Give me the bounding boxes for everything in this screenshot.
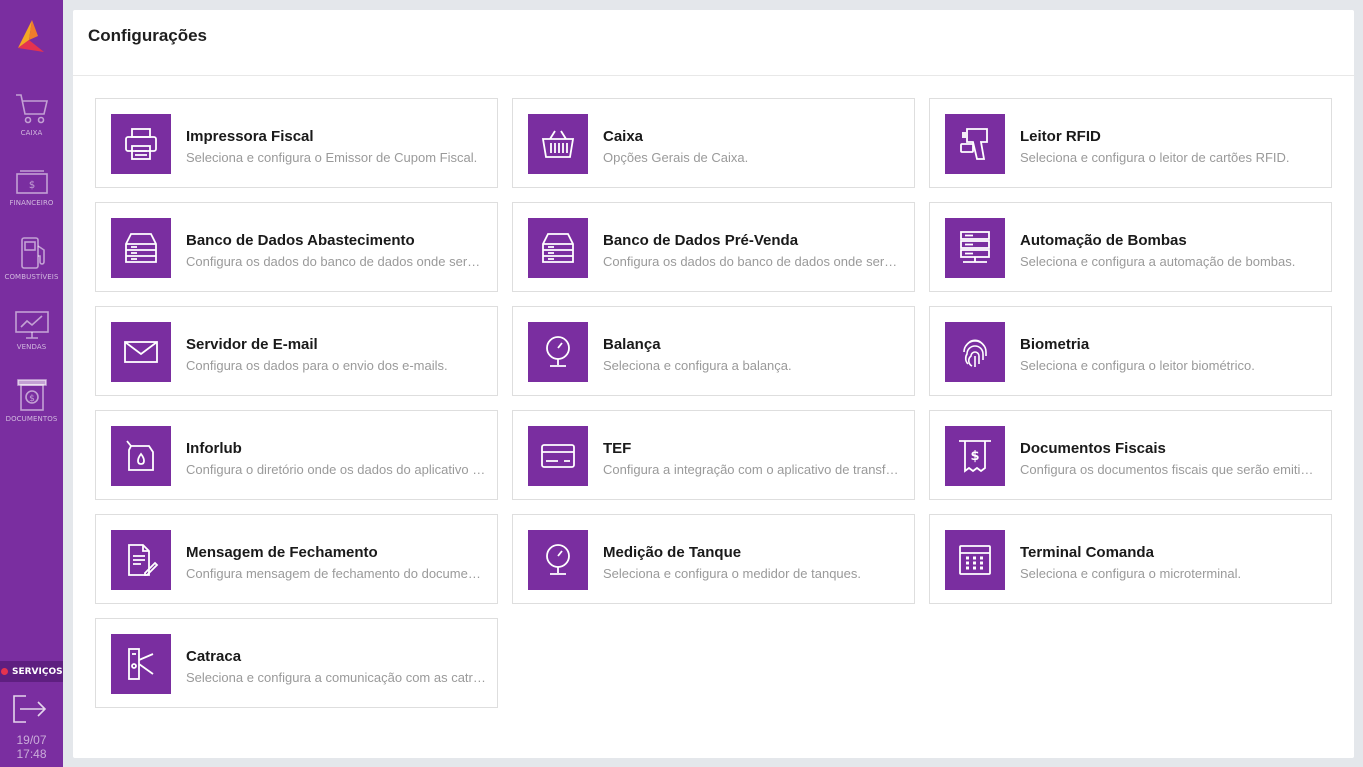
card-description: Seleciona e configura a automação de bom… [1020,254,1296,269]
turnstile-icon [111,634,171,694]
card-leitor-rfid[interactable]: Leitor RFID Seleciona e configura o leit… [929,98,1332,188]
monitor-chart-icon [14,311,49,339]
server-icon [945,218,1005,278]
sidebar-item-label: DOCUMENTOS [5,415,58,423]
card-title: Servidor de E-mail [186,336,318,353]
card-caixa[interactable]: Caixa Opções Gerais de Caixa. [512,98,915,188]
card-description: Configura o diretório onde os dados do a… [186,462,486,477]
printer-icon [111,114,171,174]
card-description: Configura mensagem de fechamento do docu… [186,566,486,581]
card-title: Banco de Dados Abastecimento [186,232,415,249]
card-description: Configura os dados do banco de dados ond… [186,254,486,269]
card-automacao-bombas[interactable]: Automação de Bombas Seleciona e configur… [929,202,1332,292]
svg-text:$: $ [970,449,979,464]
document-money-icon: $ [16,379,47,411]
basket-icon [528,114,588,174]
card-description: Seleciona e configura a comunicação com … [186,670,486,685]
page-title: Configurações [88,26,208,45]
card-description: Seleciona e configura o leitor biométric… [1020,358,1255,373]
card-title: Caixa [603,128,644,145]
card-icon [528,426,588,486]
envelope-icon [111,322,171,382]
logout-icon[interactable] [12,694,48,724]
gauge-icon [528,530,588,590]
card-description: Seleciona e configura a balança. [603,358,792,373]
card-title: Mensagem de Fechamento [186,544,378,561]
card-description: Seleciona e configura o medidor de tanqu… [603,566,862,581]
sidebar-item-caixa[interactable]: CAIXA [0,92,63,137]
card-banco-dados-abastecimento[interactable]: Banco de Dados Abastecimento Configura o… [95,202,498,292]
clock-time: 17:48 [16,747,47,761]
card-servidor-email[interactable]: Servidor de E-mail Configura os dados pa… [95,306,498,396]
card-tef[interactable]: TEF Configura a integração com o aplicat… [512,410,915,500]
card-balanca[interactable]: Balança Seleciona e configura a balança. [512,306,915,396]
sidebar-item-documentos[interactable]: $ DOCUMENTOS [0,378,63,423]
sidebar-item-label: FINANCEIRO [9,199,54,207]
services-status[interactable]: SERVIÇOS [0,661,63,682]
card-title: TEF [603,440,632,457]
divider [73,75,1354,76]
receipt-icon: $ [945,426,1005,486]
fingerprint-icon [945,322,1005,382]
card-impressora-fiscal[interactable]: Impressora Fiscal Seleciona e configura … [95,98,498,188]
document-edit-icon [111,530,171,590]
card-description: Configura os documentos fiscais que serã… [1020,462,1320,477]
fuel-pump-icon [20,237,45,269]
database-icon [528,218,588,278]
svg-text:$: $ [28,180,34,191]
logo-icon [18,20,44,52]
sidebar-item-label: CAIXA [20,129,43,137]
status-dot [1,668,8,675]
services-label: SERVIÇOS [12,666,63,677]
card-title: Impressora Fiscal [186,128,314,145]
card-title: Balança [603,336,661,353]
card-description: Seleciona e configura o leitor de cartõe… [1020,150,1290,165]
terminal-icon [945,530,1005,590]
sidebar: CAIXA $ FINANCEIRO COMBUSTÍVEIS VENDAS $… [0,0,63,767]
card-documentos-fiscais[interactable]: $ Documentos Fiscais Configura os docume… [929,410,1332,500]
card-title: Automação de Bombas [1020,232,1187,249]
sidebar-item-vendas[interactable]: VENDAS [0,310,63,351]
svg-text:$: $ [29,394,35,404]
card-title: Biometria [1020,336,1090,353]
clock: 19/07 17:48 [0,733,63,761]
sidebar-item-label: COMBUSTÍVEIS [4,273,59,281]
database-icon [111,218,171,278]
sidebar-item-label: VENDAS [16,343,47,351]
card-title: Medição de Tanque [603,544,742,561]
card-description: Seleciona e configura o Emissor de Cupom… [186,150,478,165]
card-description: Configura os dados para o envio dos e-ma… [186,358,448,373]
cart-icon [15,94,48,124]
card-title: Documentos Fiscais [1020,440,1166,457]
settings-panel: Configurações Impressora Fiscal Selecion… [73,10,1354,758]
scale-icon [528,322,588,382]
sidebar-item-financeiro[interactable]: $ FINANCEIRO [0,168,63,207]
card-banco-dados-pre-venda[interactable]: Banco de Dados Pré-Venda Configura os da… [512,202,915,292]
card-title: Catraca [186,648,242,665]
card-terminal-comanda[interactable]: Terminal Comanda Seleciona e configura o… [929,514,1332,604]
rfid-reader-icon [945,114,1005,174]
clock-date: 19/07 [16,733,47,747]
card-title: Terminal Comanda [1020,544,1154,561]
card-biometria[interactable]: Biometria Seleciona e configura o leitor… [929,306,1332,396]
money-icon: $ [15,170,48,194]
card-description: Configura os dados do banco de dados ond… [603,254,903,269]
card-description: Opções Gerais de Caixa. [603,150,749,165]
card-title: Leitor RFID [1020,128,1101,145]
oil-can-icon [111,426,171,486]
card-description: Seleciona e configura o microterminal. [1020,566,1242,581]
card-title: Inforlub [186,440,242,457]
card-description: Configura a integração com o aplicativo … [603,462,903,477]
sidebar-item-combustiveis[interactable]: COMBUSTÍVEIS [0,236,63,281]
card-title: Banco de Dados Pré-Venda [603,232,799,249]
card-inforlub[interactable]: Inforlub Configura o diretório onde os d… [95,410,498,500]
card-catraca[interactable]: Catraca Seleciona e configura a comunica… [95,618,498,708]
card-mensagem-fechamento[interactable]: Mensagem de Fechamento Configura mensage… [95,514,498,604]
card-medicao-tanque[interactable]: Medição de Tanque Seleciona e configura … [512,514,915,604]
